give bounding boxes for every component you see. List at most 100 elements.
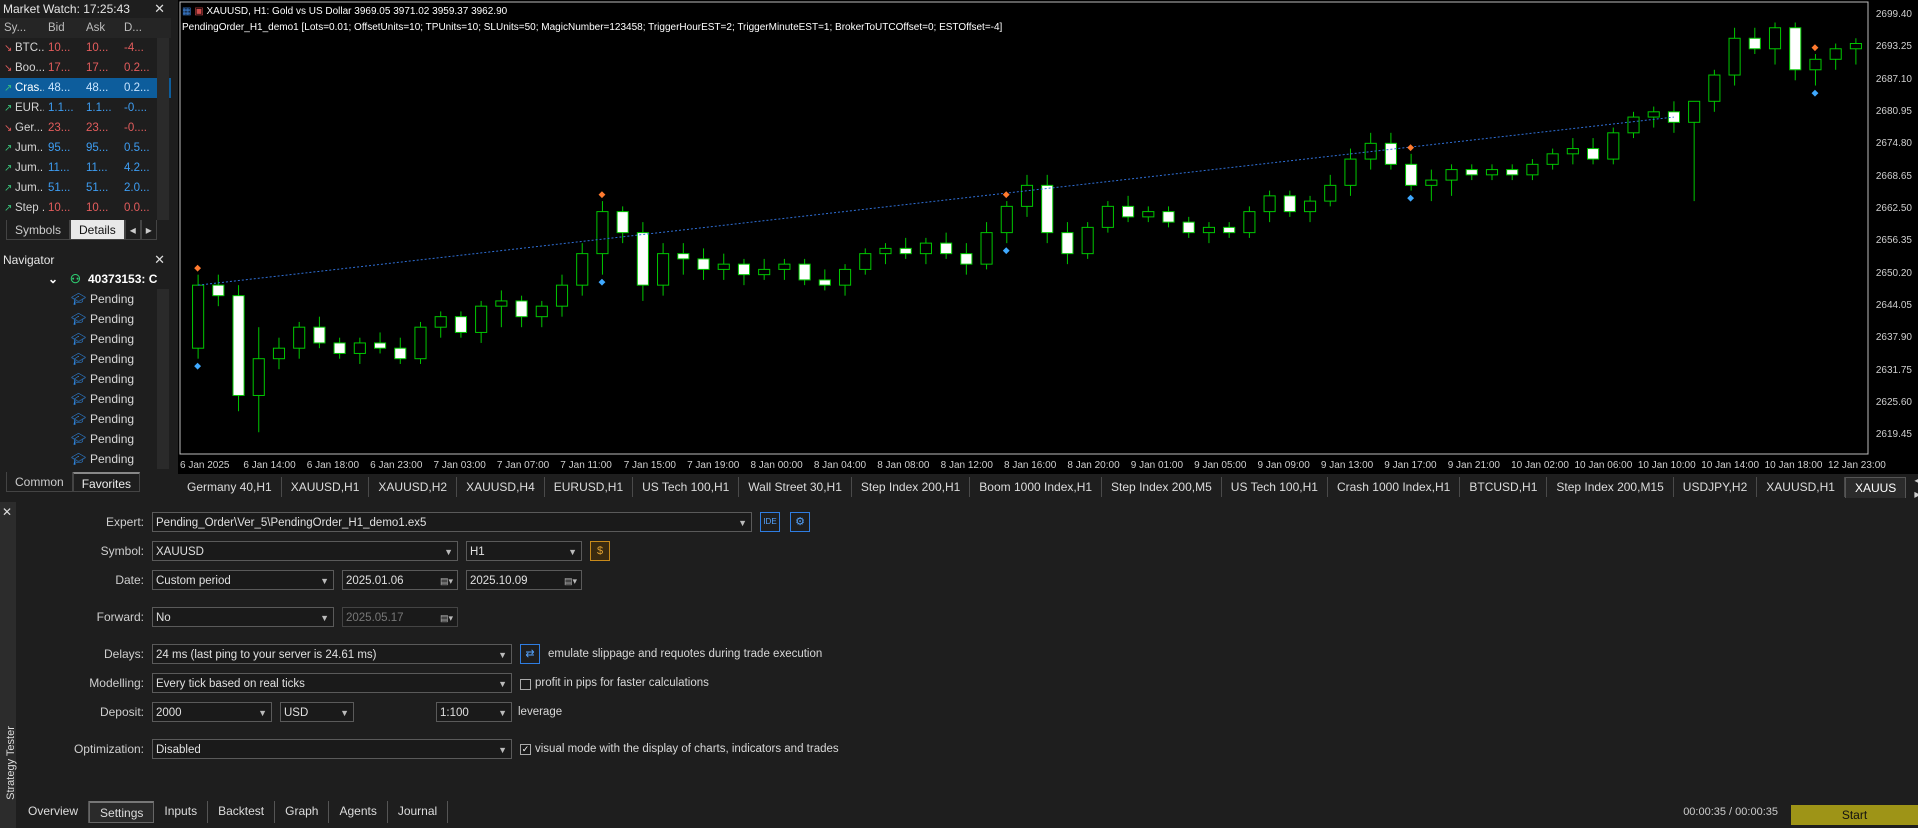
tab-scroll-icon[interactable]: ◂ ▸ xyxy=(1906,473,1918,501)
scroll-left-icon[interactable]: ◂ xyxy=(124,220,141,240)
dollar-icon[interactable]: $ xyxy=(590,541,610,561)
tester-tab[interactable]: Backtest xyxy=(208,801,276,823)
market-watch-row[interactable]: ↗Step ... 10... 10... 0.0... xyxy=(0,198,171,218)
candle-body xyxy=(899,247,912,255)
symbol-select[interactable]: XAUUSD ▼ xyxy=(152,541,458,561)
navigator-item[interactable]: 🎓︎ Pending xyxy=(0,449,171,469)
order-marker-icon: ◆ xyxy=(194,263,201,273)
tab-details[interactable]: Details xyxy=(70,220,125,240)
close-icon[interactable]: ✕ xyxy=(154,251,165,269)
navigator-item[interactable]: 🎓︎ Pending xyxy=(0,429,171,449)
tester-tab[interactable]: Graph xyxy=(275,801,330,823)
chart-tab[interactable]: US Tech 100,H1 xyxy=(633,477,740,497)
chart-tab[interactable]: USDJPY,H2 xyxy=(1674,477,1758,497)
chart-tab[interactable]: XAUUSD,H1 xyxy=(282,477,370,497)
close-icon[interactable]: ✕ xyxy=(154,0,165,18)
gear-icon[interactable]: ⚙ xyxy=(790,512,810,532)
date-to-field[interactable]: 2025.10.09 ▤▾ xyxy=(466,570,582,590)
pips-checkbox[interactable] xyxy=(520,679,531,690)
navigator-item[interactable]: 🎓︎ Pending xyxy=(0,289,171,309)
visual-mode-checkbox[interactable]: ✓ xyxy=(520,744,531,755)
delays-select[interactable]: 24 ms (last ping to your server is 24.61… xyxy=(152,644,512,664)
tester-tab[interactable]: Settings xyxy=(89,801,155,823)
col-symbol[interactable]: Sy... xyxy=(0,18,44,38)
navigator-item[interactable]: 🎓︎ Pending xyxy=(0,389,171,409)
candle-body xyxy=(1263,195,1276,213)
timeframe-select[interactable]: H1 ▼ xyxy=(466,541,582,561)
time-tick-label: 7 Jan 19:00 xyxy=(687,460,740,471)
tester-tab[interactable]: Journal xyxy=(388,801,449,823)
col-delta[interactable]: D... xyxy=(120,18,154,38)
chart-tab[interactable]: Boom 1000 Index,H1 xyxy=(970,477,1103,497)
optimization-select[interactable]: Disabled ▼ xyxy=(152,739,512,759)
navigator-item-label: Pending xyxy=(90,412,135,426)
market-watch-row[interactable]: ↗ Jum... 95... 95... 0.5... xyxy=(0,138,171,158)
tab-symbols[interactable]: Symbols xyxy=(6,220,71,240)
col-ask[interactable]: Ask xyxy=(82,18,120,38)
strategy-tester: ✕ Strategy Tester Expert: Pending_Order\… xyxy=(0,502,1918,828)
market-watch-scrollbar[interactable] xyxy=(157,38,169,220)
calendar-icon[interactable]: ▤▾ xyxy=(564,571,577,589)
chart-tab[interactable]: XAUUS xyxy=(1844,476,1907,498)
candle-body xyxy=(919,242,932,255)
close-icon[interactable]: ✕ xyxy=(2,505,12,519)
market-watch-row[interactable]: ↗ Jum... 11... 11... 4.2... xyxy=(0,158,171,178)
market-watch-row[interactable]: ↗ Jum... 51... 51... 2.0... xyxy=(0,178,171,198)
market-watch-header: Sy... Bid Ask D... xyxy=(0,18,171,38)
chevron-down-icon: ▼ xyxy=(320,613,329,623)
chevron-down-icon[interactable]: ⌄ xyxy=(48,269,58,289)
deposit-value: 2000 xyxy=(156,707,182,719)
chart-tab[interactable]: Germany 40,H1 xyxy=(178,477,282,497)
candle-body xyxy=(1748,37,1761,50)
candle-body xyxy=(1061,232,1074,255)
navigator-account[interactable]: ⌄ ⚇ 40373153: C xyxy=(0,269,171,289)
price-chart[interactable]: ▦ ▣ XAUUSD, H1: Gold vs US Dollar 3969.0… xyxy=(178,0,1918,474)
navigator-item[interactable]: 🎓︎ Pending xyxy=(0,309,171,329)
navigator-scrollbar[interactable] xyxy=(157,289,169,469)
chart-tab[interactable]: XAUUSD,H2 xyxy=(369,477,458,497)
chart-tab[interactable]: Crash 1000 Index,H1 xyxy=(1328,477,1461,497)
scroll-right-icon[interactable]: ▸ xyxy=(140,220,157,240)
market-watch-row[interactable]: ↘ Ger... 23... 23... -0.... xyxy=(0,118,171,138)
tab-common[interactable]: Common xyxy=(6,472,73,492)
chart-tab[interactable]: US Tech 100,H1 xyxy=(1222,477,1328,497)
row-symbol: ↗ Jum... xyxy=(0,178,44,198)
currency-select[interactable]: USD ▼ xyxy=(280,702,354,722)
col-bid[interactable]: Bid xyxy=(44,18,82,38)
market-watch-row[interactable]: ↗EUR... 1.1... 1.1... -0.... xyxy=(0,98,171,118)
chart-tab[interactable]: XAUUSD,H4 xyxy=(457,477,545,497)
candle-body xyxy=(212,284,225,297)
calendar-icon[interactable]: ▤▾ xyxy=(440,571,453,589)
modelling-select[interactable]: Every tick based on real ticks ▼ xyxy=(152,673,512,693)
leverage-select[interactable]: 1:100 ▼ xyxy=(436,702,512,722)
date-mode-select[interactable]: Custom period ▼ xyxy=(152,570,334,590)
market-watch-row[interactable]: ↘ Boo... 17... 17... 0.2... xyxy=(0,58,171,78)
date-from-field[interactable]: 2025.01.06 ▤▾ xyxy=(342,570,458,590)
chart-tab[interactable]: XAUUSD,H1 xyxy=(1757,477,1845,497)
chart-tab[interactable]: EURUSD,H1 xyxy=(545,477,634,497)
tester-tab[interactable]: Inputs xyxy=(154,801,209,823)
date-to-value: 2025.10.09 xyxy=(470,575,528,587)
tester-tab[interactable]: Overview xyxy=(18,801,90,823)
account-icon: ⚇ xyxy=(70,272,81,286)
ide-button[interactable]: IDE xyxy=(760,512,780,532)
market-watch-row[interactable]: ↗Cras... 48... 48... 0.2... xyxy=(0,78,171,98)
chart-tab[interactable]: BTCUSD,H1 xyxy=(1460,477,1548,497)
chart-tab[interactable]: Step Index 200,M15 xyxy=(1547,477,1674,497)
tab-favorites[interactable]: Favorites xyxy=(72,472,141,492)
expert-select[interactable]: Pending_Order\Ver_5\PendingOrder_H1_demo… xyxy=(152,512,752,532)
navigator-item[interactable]: 🎓︎ Pending xyxy=(0,369,171,389)
start-button[interactable]: Start xyxy=(1791,805,1918,825)
slippage-settings-icon[interactable]: ⇄ xyxy=(520,644,540,664)
navigator-item[interactable]: 🎓︎ Pending xyxy=(0,329,171,349)
chart-tab[interactable]: Step Index 200,H1 xyxy=(852,477,971,497)
chart-tab[interactable]: Wall Street 30,H1 xyxy=(739,477,852,497)
forward-select[interactable]: No ▼ xyxy=(152,607,334,627)
navigator-item[interactable]: 🎓︎ Pending xyxy=(0,409,171,429)
navigator-item-label: Pending xyxy=(90,452,135,466)
tester-tab[interactable]: Agents xyxy=(329,801,388,823)
market-watch-row[interactable]: ↘BTC... 10... 10... -4... xyxy=(0,38,171,58)
navigator-item[interactable]: 🎓︎ Pending xyxy=(0,349,171,369)
deposit-field[interactable]: 2000 ▼ xyxy=(152,702,272,722)
chart-tab[interactable]: Step Index 200,M5 xyxy=(1102,477,1222,497)
